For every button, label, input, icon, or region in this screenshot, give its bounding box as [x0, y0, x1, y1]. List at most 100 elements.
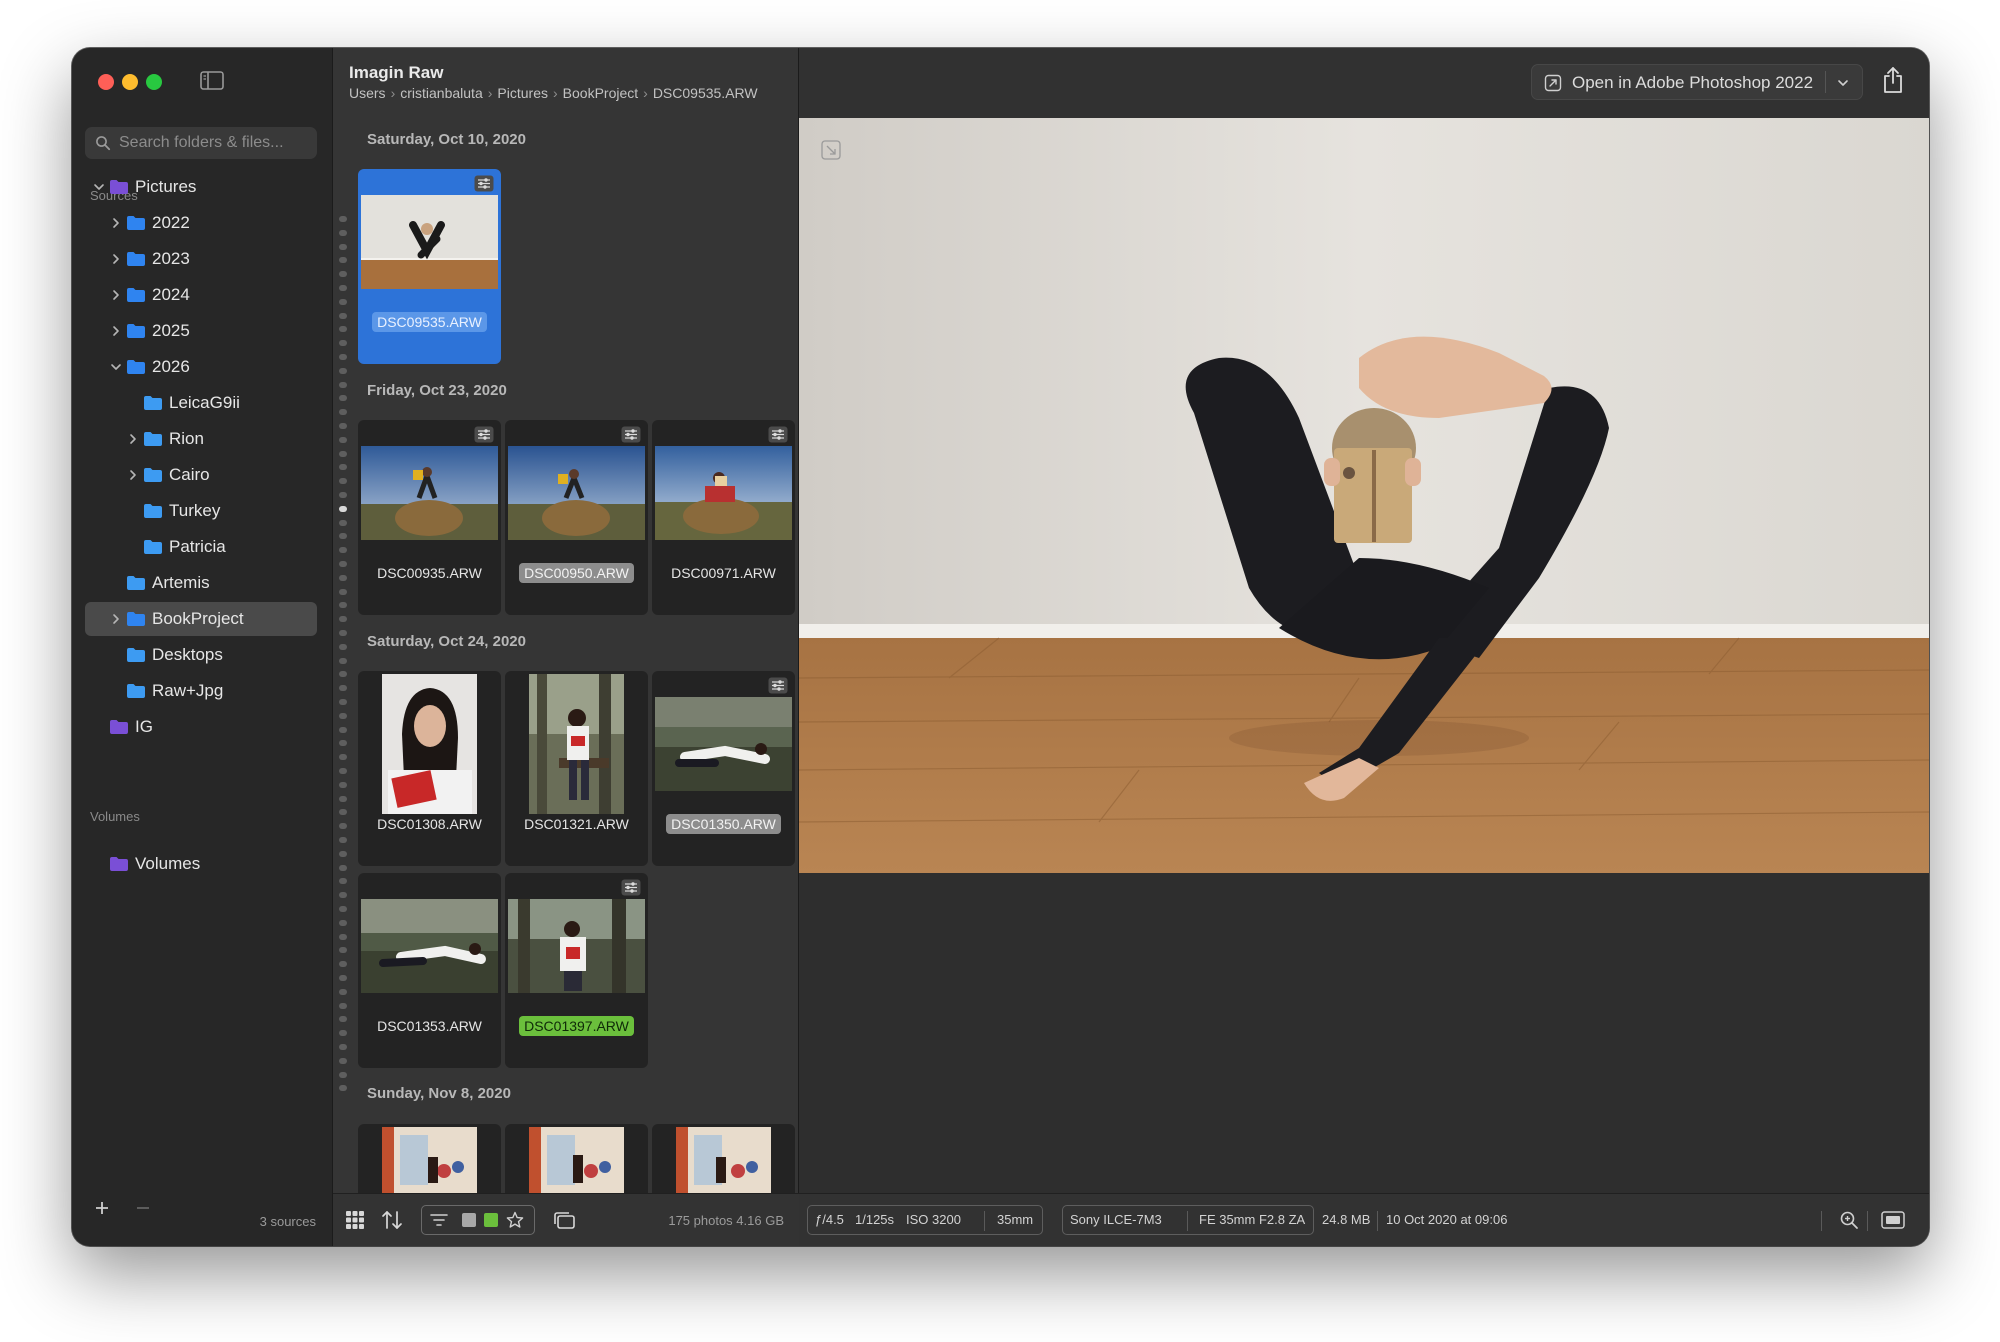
photo-tile[interactable]: DSC01321.ARW: [505, 671, 648, 866]
scrubber-dot[interactable]: [339, 1016, 347, 1023]
volume-item[interactable]: Volumes: [85, 847, 317, 881]
scrubber-dot[interactable]: [339, 671, 347, 678]
photo-tile[interactable]: DSC01397.ARW: [505, 873, 648, 1068]
scrubber-dot[interactable]: [339, 740, 347, 747]
scrubber-dot[interactable]: [339, 768, 347, 774]
photo-tile[interactable]: DSC00971.ARW: [652, 420, 795, 615]
scrubber-dot[interactable]: [339, 326, 347, 333]
source-tree-item[interactable]: Desktops: [85, 638, 317, 672]
breadcrumb-item[interactable]: cristianbaluta: [400, 85, 483, 101]
scrubber-dot[interactable]: [339, 823, 347, 830]
green-label-filter[interactable]: [484, 1213, 498, 1227]
chevron-right-icon[interactable]: [127, 433, 139, 445]
scrubber-dot[interactable]: [339, 892, 347, 899]
scrubber-dot[interactable]: [339, 850, 347, 857]
sort-icon[interactable]: [381, 1210, 403, 1230]
scrubber-dot[interactable]: [339, 243, 347, 250]
scrubber-dot[interactable]: [339, 933, 347, 940]
maximize-window-button[interactable]: [146, 74, 162, 90]
scrubber-dot[interactable]: [339, 947, 347, 954]
scrubber-dot[interactable]: [339, 409, 347, 416]
timeline-scrubber[interactable]: [338, 216, 348, 1096]
scrubber-dot[interactable]: [339, 285, 347, 291]
scrubber-dot[interactable]: [339, 216, 347, 222]
photo-tile[interactable]: DSC01308.ARW: [358, 671, 501, 866]
scrubber-dot[interactable]: [339, 1044, 347, 1050]
source-tree-item[interactable]: Turkey: [85, 494, 317, 528]
scrubber-dot[interactable]: [339, 561, 347, 567]
scrubber-dot[interactable]: [339, 1057, 347, 1064]
filter-lines-icon[interactable]: [430, 1213, 448, 1227]
scrubber-dot[interactable]: [339, 781, 347, 788]
scrubber-dot[interactable]: [339, 726, 347, 733]
source-tree-item[interactable]: Patricia: [85, 530, 317, 564]
breadcrumb-item[interactable]: Pictures: [497, 85, 548, 101]
scrubber-dot[interactable]: [339, 961, 347, 968]
chevron-right-icon[interactable]: [110, 325, 122, 337]
scrubber-dot[interactable]: [339, 975, 347, 981]
source-tree-item[interactable]: Pictures: [85, 170, 317, 204]
scrubber-dot[interactable]: [339, 616, 347, 623]
scrubber-dot[interactable]: [339, 809, 347, 816]
share-icon[interactable]: [1881, 65, 1905, 95]
scrubber-dot[interactable]: [339, 271, 347, 278]
stack-icon[interactable]: [552, 1210, 576, 1230]
gray-label-filter[interactable]: [462, 1213, 476, 1227]
scrubber-dot[interactable]: [339, 630, 347, 636]
scrubber-dot[interactable]: [339, 1085, 347, 1092]
source-tree-item[interactable]: 2025: [85, 314, 317, 348]
main-photo[interactable]: [799, 118, 1929, 873]
scrubber-dot[interactable]: [339, 1071, 347, 1078]
scrubber-dot[interactable]: [339, 395, 347, 402]
chevron-right-icon[interactable]: [110, 217, 122, 229]
source-tree-item[interactable]: Rion: [85, 422, 317, 456]
scrubber-dot[interactable]: [339, 574, 347, 581]
chevron-down-icon[interactable]: [93, 181, 105, 193]
photo-tile[interactable]: DSC01353.ARW: [358, 873, 501, 1068]
grid-view-icon[interactable]: [345, 1210, 365, 1230]
chevron-down-icon[interactable]: [1836, 76, 1850, 90]
minimize-window-button[interactable]: [122, 74, 138, 90]
remove-source-icon[interactable]: [136, 1200, 150, 1216]
scrubber-dot[interactable]: [339, 354, 347, 360]
sidebar-toggle-icon[interactable]: [200, 71, 224, 90]
star-icon[interactable]: [506, 1211, 524, 1229]
scrubber-dot[interactable]: [339, 754, 347, 761]
photo-tile[interactable]: DSC01350.ARW: [652, 671, 795, 866]
scrubber-dot[interactable]: [339, 602, 347, 609]
scrubber-dot[interactable]: [339, 712, 347, 719]
breadcrumb-item[interactable]: Users: [349, 85, 386, 101]
open-in-app-button[interactable]: Open in Adobe Photoshop 2022: [1531, 64, 1863, 100]
scrubber-dot[interactable]: [339, 423, 347, 429]
source-tree-item[interactable]: 2023: [85, 242, 317, 276]
photo-tile[interactable]: [652, 1124, 795, 1194]
chevron-right-icon[interactable]: [127, 469, 139, 481]
scrubber-dot[interactable]: [339, 450, 347, 457]
fit-to-screen-icon[interactable]: [1881, 1211, 1905, 1229]
breadcrumb-item[interactable]: DSC09535.ARW: [653, 85, 758, 101]
scrubber-dot[interactable]: [339, 436, 347, 443]
source-tree-item[interactable]: LeicaG9ii: [85, 386, 317, 420]
scrubber-dot[interactable]: [339, 699, 347, 705]
scrubber-dot[interactable]: [339, 1030, 347, 1037]
source-tree-item[interactable]: IG: [85, 710, 317, 744]
scrubber-dot[interactable]: [339, 505, 347, 512]
scrubber-dot[interactable]: [339, 381, 347, 388]
scrubber-dot[interactable]: [339, 312, 347, 319]
scrubber-dot[interactable]: [339, 906, 347, 912]
expand-icon[interactable]: [821, 140, 841, 160]
scrubber-dot[interactable]: [339, 988, 347, 995]
scrubber-dot[interactable]: [339, 229, 347, 236]
search-input[interactable]: Search folders & files...: [85, 127, 317, 159]
scrubber-dot[interactable]: [339, 1002, 347, 1009]
scrubber-dot[interactable]: [339, 588, 347, 595]
scrubber-dot[interactable]: [339, 533, 347, 540]
scrubber-dot[interactable]: [339, 864, 347, 871]
scrubber-dot[interactable]: [339, 837, 347, 843]
source-tree-item[interactable]: Cairo: [85, 458, 317, 492]
chevron-right-icon[interactable]: [110, 253, 122, 265]
scrubber-dot[interactable]: [339, 298, 347, 305]
scrubber-dot[interactable]: [339, 878, 347, 885]
photo-tile[interactable]: DSC00950.ARW: [505, 420, 648, 615]
source-tree-item[interactable]: 2024: [85, 278, 317, 312]
